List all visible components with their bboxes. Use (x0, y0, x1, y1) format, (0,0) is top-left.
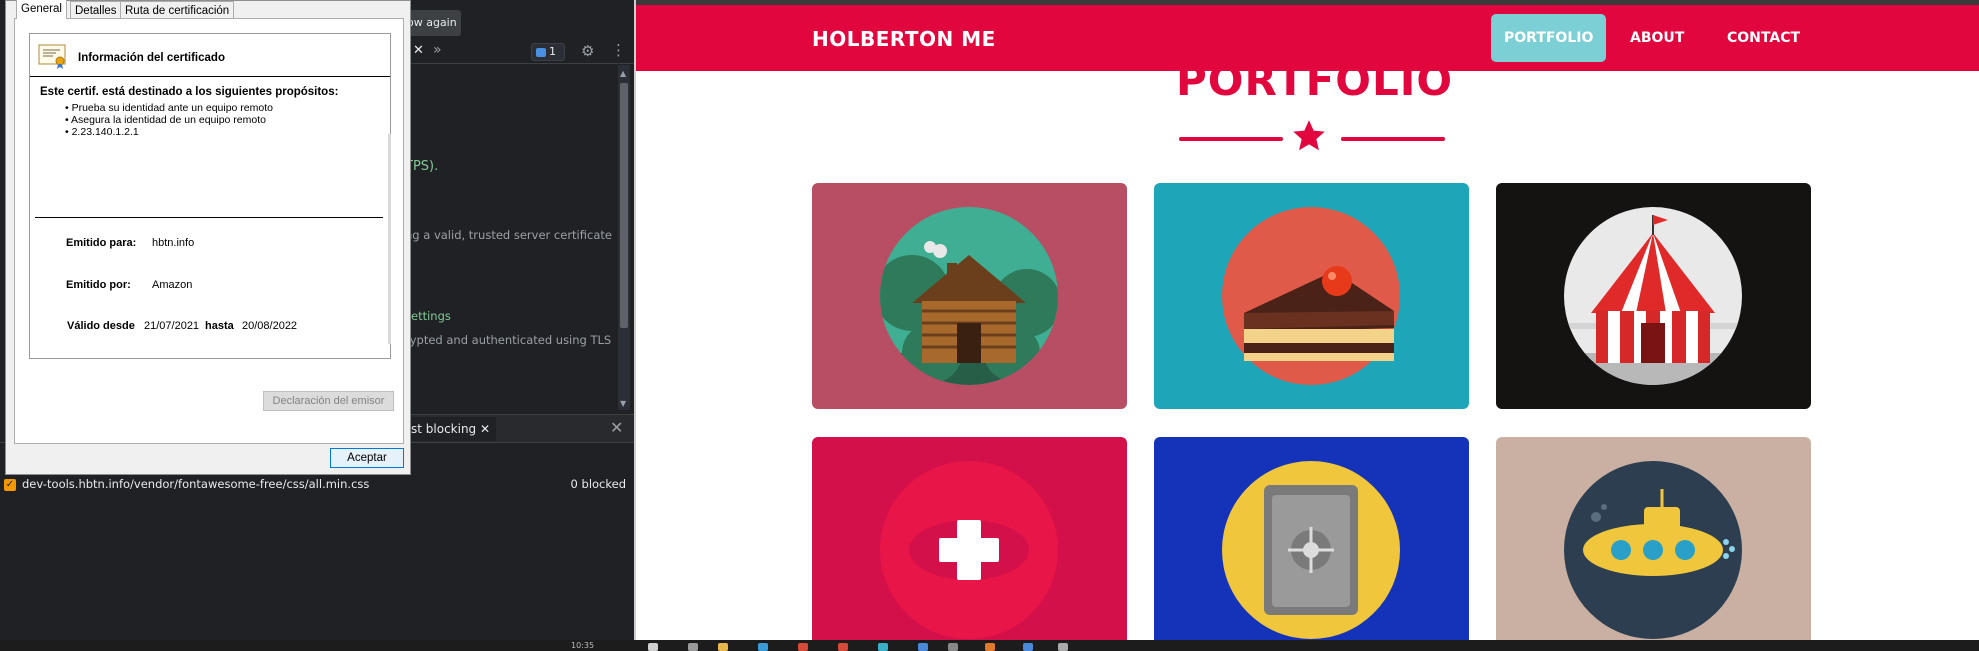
app-icon[interactable] (758, 643, 768, 651)
issued-to-value: hbtn.info (152, 237, 195, 249)
security-settings-link[interactable]: settings (405, 309, 451, 323)
issues-count: 1 (549, 45, 556, 58)
nav-contact[interactable]: CONTACT (1714, 14, 1813, 62)
certificate-general-page: Información del certificado Este certif.… (14, 18, 404, 444)
issues-badge[interactable]: 1 (531, 43, 565, 61)
close-drawer-icon[interactable]: ✕ (610, 418, 623, 437)
windows-start-icon[interactable] (648, 643, 658, 651)
devtools-tabbar: ✕ » 1 ⚙ ⋮ (405, 40, 634, 64)
issued-by-label: Emitido por: (66, 279, 131, 291)
nav-about[interactable]: ABOUT (1617, 14, 1697, 62)
divider-line-right (1341, 137, 1445, 141)
purpose-item: • Asegura la identidad de un equipo remo… (65, 114, 266, 126)
taskbar: 10:35 (0, 640, 1979, 651)
blocked-count: 0 blocked (570, 477, 626, 491)
certificate-icon (38, 44, 66, 69)
tab-general[interactable]: General (16, 0, 67, 19)
certificate-dialog: General Detalles Ruta de certificación I… (5, 0, 411, 475)
blocked-pattern-url: dev-tools.hbtn.info/vendor/fontawesome-f… (22, 477, 370, 491)
game-controller-icon (880, 461, 1058, 639)
close-tab-icon[interactable]: ✕ (480, 422, 490, 436)
portfolio-item-cake[interactable] (1154, 183, 1469, 409)
portfolio-item-circus[interactable] (1496, 183, 1811, 409)
safe-icon (1222, 461, 1400, 639)
divider-line-left (1179, 137, 1283, 141)
nav-portfolio[interactable]: PORTFOLIO (1491, 14, 1607, 62)
more-options-icon[interactable]: ⋮ (611, 41, 626, 59)
app-icon[interactable] (918, 643, 928, 651)
scroll-up-icon[interactable]: ▲ (620, 69, 626, 78)
dont-show-again-button[interactable]: ow again (405, 10, 461, 36)
settings-gear-icon[interactable]: ⚙ (581, 42, 594, 60)
info-scrollbar[interactable] (388, 134, 391, 344)
section-heading: PORTFOLIO (1176, 56, 1454, 105)
drawer-tabbar: st blocking ✕ ✕ (405, 414, 634, 442)
security-certificate-text: ng a valid, trusted server certificate (405, 228, 612, 242)
submarine-icon (1564, 461, 1742, 639)
circus-tent-icon (1564, 207, 1742, 385)
drawer-tab-label: st blocking (411, 422, 477, 436)
issuer-statement-button[interactable]: Declaración del emisor (263, 391, 394, 411)
issued-to-label: Emitido para: (66, 237, 137, 249)
enable-pattern-checkbox[interactable]: ✓ (4, 479, 16, 491)
certificate-title: Información del certificado (78, 52, 225, 64)
ok-button[interactable]: Aceptar (330, 448, 404, 468)
star-icon (1293, 120, 1325, 151)
devtools-scrollbar[interactable]: ▲ ▼ (618, 65, 630, 410)
app-icon[interactable] (985, 643, 995, 651)
app-icon[interactable] (948, 643, 958, 651)
website-viewport: HOLBERTON ME PORTFOLIO ABOUT CONTACT POR… (634, 0, 1979, 640)
purpose-item: • 2.23.140.1.2.1 (65, 126, 139, 138)
valid-to-label: hasta (205, 320, 234, 332)
scrollbar-thumb[interactable] (620, 83, 628, 328)
portfolio-item-game[interactable] (812, 437, 1127, 640)
close-tab-icon[interactable]: ✕ (413, 43, 424, 58)
file-explorer-icon[interactable] (718, 643, 728, 651)
taskbar-clock: 10:35 (571, 641, 595, 650)
tab-network-request-blocking[interactable]: st blocking ✕ (405, 417, 497, 441)
portfolio-item-submarine[interactable] (1496, 437, 1811, 640)
purpose-heading: Este certif. está destinado a los siguie… (40, 86, 339, 98)
brand-logo[interactable]: HOLBERTON ME (812, 27, 996, 51)
search-icon[interactable] (688, 643, 698, 651)
divider (30, 76, 390, 77)
security-tls-text: rypted and authenticated using TLS (405, 333, 612, 347)
app-icon[interactable] (878, 643, 888, 651)
more-tabs-icon[interactable]: » (433, 42, 442, 58)
cake-icon (1222, 207, 1400, 385)
tab-detalles[interactable]: Detalles (70, 1, 122, 19)
app-icon[interactable] (1058, 643, 1068, 651)
scroll-down-icon[interactable]: ▼ (620, 399, 626, 408)
browser-icon[interactable] (798, 643, 808, 651)
issued-by-value: Amazon (152, 279, 193, 291)
screen: ow again ✕ ✕ » 1 ⚙ ⋮ TPS). ng a valid, t… (0, 0, 1979, 651)
issues-icon (536, 47, 546, 57)
certificate-info-box: Información del certificado Este certif.… (29, 33, 391, 359)
app-icon[interactable] (838, 643, 848, 651)
blocked-pattern-row: ✓ dev-tools.hbtn.info/vendor/fontawesome… (4, 476, 626, 494)
purpose-item: • Prueba su identidad ante un equipo rem… (65, 102, 273, 114)
portfolio-item-safe[interactable] (1154, 437, 1469, 640)
cabin-icon (880, 207, 1058, 385)
tab-ruta-certificacion[interactable]: Ruta de certificación (120, 1, 235, 19)
valid-from-label: Válido desde (67, 320, 135, 332)
security-panel: TPS). ng a valid, trusted server certifi… (405, 65, 619, 410)
divider (35, 217, 383, 218)
valid-from-value: 21/07/2021 (144, 320, 200, 332)
app-icon[interactable] (1023, 643, 1033, 651)
valid-to-value: 20/08/2022 (242, 320, 298, 332)
portfolio-item-cabin[interactable] (812, 183, 1127, 409)
